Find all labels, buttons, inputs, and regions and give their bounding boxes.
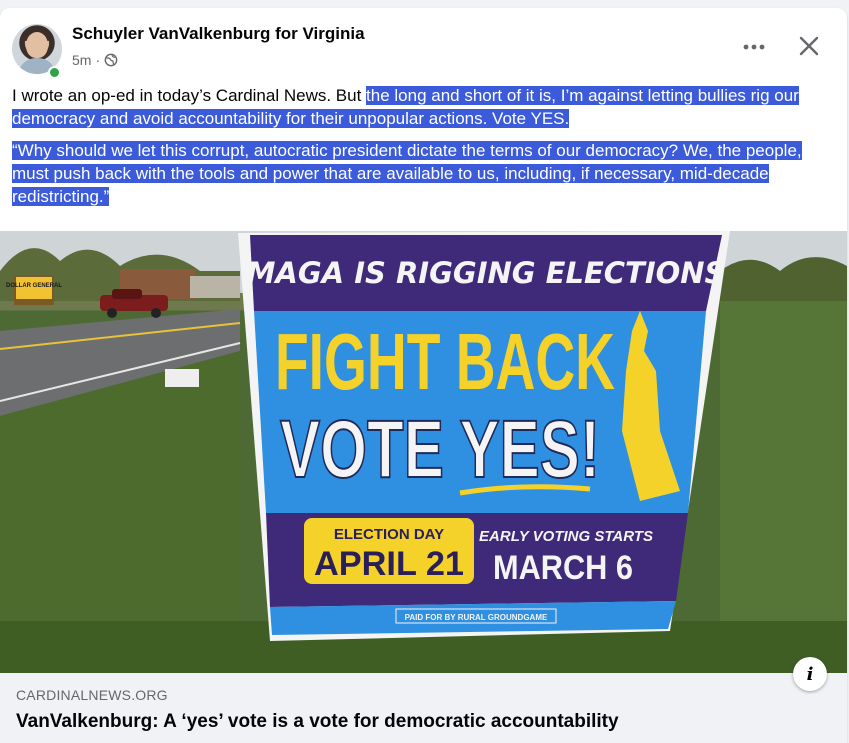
post-paragraph-1: I wrote an op-ed in today’s Cardinal New… <box>12 84 838 130</box>
election-day-date: APRIL 21 <box>314 545 464 583</box>
meta-separator: · <box>95 52 101 68</box>
more-options-button[interactable] <box>739 32 769 62</box>
sign-line-vote-yes: VOTE YES! <box>280 404 600 495</box>
photo-scene: DOLLAR GENERAL MAGA IS RIGGING ELECTIONS… <box>0 231 847 673</box>
close-button[interactable] <box>791 28 827 64</box>
post-timestamp[interactable]: 5m <box>72 52 91 68</box>
early-voting-label: EARLY VOTING STARTS <box>479 528 653 545</box>
more-horizontal-icon <box>743 44 765 50</box>
election-day-label: ELECTION DAY <box>334 526 444 543</box>
sign-headline: MAGA IS RIGGING ELECTIONS <box>247 256 726 290</box>
globe-icon[interactable] <box>104 53 118 67</box>
paid-for-disclaimer: PAID FOR BY RURAL GROUNDGAME <box>405 613 548 622</box>
post-meta: 5m · <box>72 52 118 68</box>
early-voting-date: MARCH 6 <box>493 549 633 587</box>
link-title[interactable]: VanValkenburg: A ‘yes’ vote is a vote fo… <box>16 711 619 733</box>
link-preview[interactable]: CARDINALNEWS.ORG VanValkenburg: A ‘yes’ … <box>0 673 847 743</box>
post-paragraph-2: “Why should we let this corrupt, autocra… <box>12 139 838 208</box>
sign-line-fight-back: FIGHT BACK <box>275 317 615 406</box>
campaign-yard-sign: MAGA IS RIGGING ELECTIONS FIGHT BACK VOT… <box>238 231 730 641</box>
post-photo[interactable]: DOLLAR GENERAL MAGA IS RIGGING ELECTIONS… <box>0 231 847 673</box>
close-icon <box>799 36 819 56</box>
post-body: I wrote an op-ed in today’s Cardinal New… <box>12 84 838 217</box>
online-status-indicator <box>48 66 61 79</box>
post-header: Schuyler VanValkenburg for Virginia 5m · <box>12 22 831 79</box>
post-text-intro: I wrote an op-ed in today’s Cardinal New… <box>12 86 367 105</box>
post-card: Schuyler VanValkenburg for Virginia 5m ·… <box>0 8 847 743</box>
link-domain: CARDINALNEWS.ORG <box>16 687 168 703</box>
store-sign-text: DOLLAR GENERAL <box>6 283 62 289</box>
author-name[interactable]: Schuyler VanValkenburg for Virginia <box>72 24 365 44</box>
post-text-highlight-2[interactable]: “Why should we let this corrupt, autocra… <box>12 141 802 206</box>
info-icon[interactable]: i <box>793 657 827 691</box>
